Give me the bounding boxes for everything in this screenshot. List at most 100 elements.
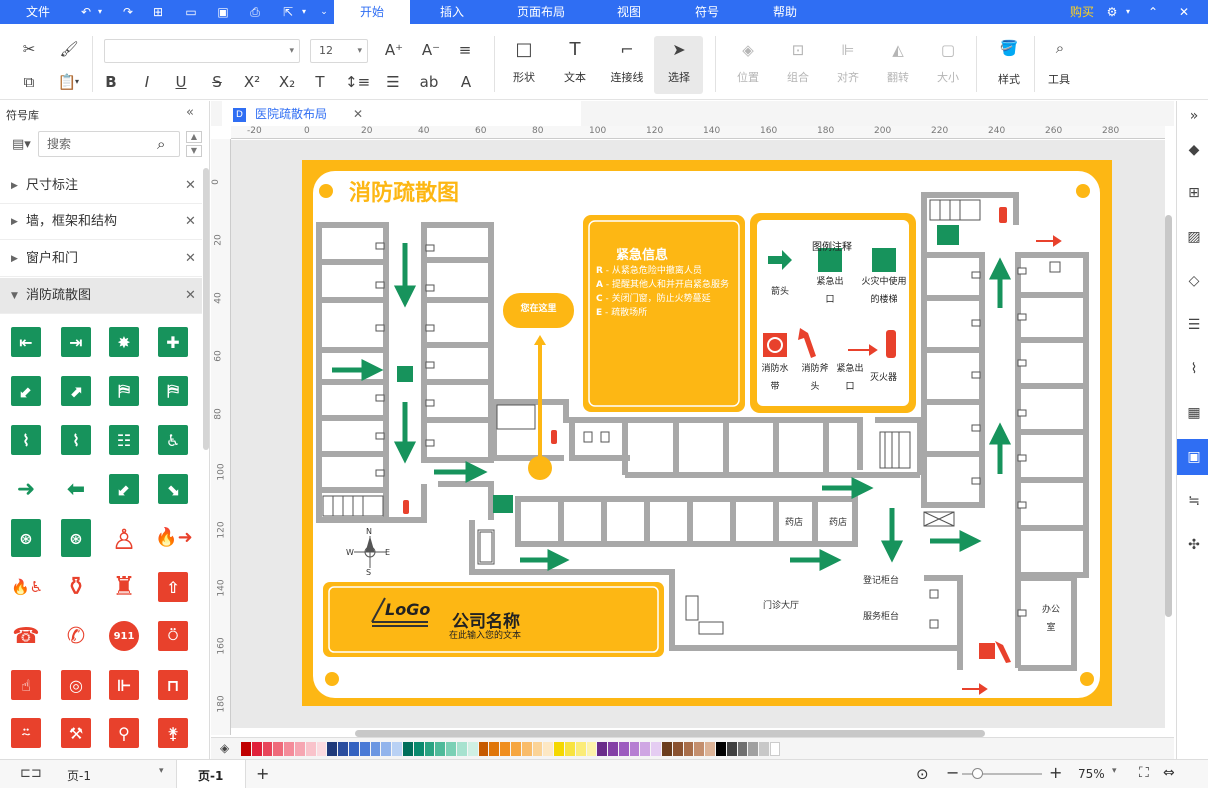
color-swatch[interactable] — [510, 742, 521, 756]
legend-hose-label: 消防水带 — [761, 364, 789, 392]
zoom-slider-handle[interactable] — [972, 768, 983, 779]
zoom-level[interactable]: 75% — [1078, 767, 1105, 781]
table-icon[interactable]: ▦ — [1185, 404, 1203, 422]
theme-grid-icon[interactable]: ⊞ — [1185, 184, 1203, 202]
color-swatch[interactable] — [564, 742, 575, 756]
color-swatch[interactable] — [770, 742, 780, 756]
legend-arrow-label: 箭头 — [771, 287, 790, 297]
emergency-item: A - 提醒其他人和并开启紧急服务 — [596, 280, 729, 290]
color-swatch[interactable] — [597, 742, 608, 756]
color-swatch[interactable] — [327, 742, 338, 756]
add-page-button[interactable]: + — [256, 764, 269, 783]
color-swatch[interactable] — [359, 742, 370, 756]
play-icon[interactable]: ⊙ — [916, 765, 929, 783]
color-swatch[interactable] — [446, 742, 456, 756]
page-tab[interactable]: 页-1 — [176, 760, 246, 788]
color-swatch[interactable] — [737, 742, 748, 756]
color-swatch[interactable] — [424, 742, 435, 756]
color-swatch[interactable] — [759, 742, 770, 756]
color-swatch[interactable] — [618, 742, 629, 756]
color-swatch[interactable] — [305, 742, 316, 756]
fit-page-icon[interactable]: ⛶ — [1139, 765, 1149, 781]
zoom-dropdown-icon[interactable]: ▾ — [1112, 766, 1117, 776]
color-swatch[interactable] — [478, 742, 489, 756]
room-service: 服务柜台 — [863, 612, 900, 622]
color-swatch[interactable] — [716, 742, 726, 756]
fill-style-icon[interactable]: ◆ — [1185, 141, 1203, 159]
color-swatch[interactable] — [705, 742, 716, 756]
color-swatch[interactable] — [348, 742, 359, 756]
compass-south: S — [366, 568, 372, 577]
shuffle-icon[interactable]: ✣ — [1185, 536, 1203, 554]
color-swatch[interactable] — [662, 742, 672, 756]
color-swatch[interactable] — [640, 742, 651, 756]
palette-swatches[interactable] — [241, 742, 781, 756]
color-swatch[interactable] — [489, 742, 500, 756]
color-swatch[interactable] — [273, 742, 284, 756]
canvas-horizontal-scrollbar[interactable] — [355, 730, 985, 737]
logo-text[interactable]: LoGo — [385, 600, 430, 619]
color-swatch[interactable] — [467, 742, 478, 756]
color-swatch[interactable] — [413, 742, 424, 756]
image-icon[interactable]: ▨ — [1185, 228, 1203, 246]
compass-east: E — [385, 548, 391, 557]
canvas-vertical-scrollbar[interactable] — [1165, 215, 1172, 617]
corner-dot — [325, 672, 339, 686]
color-swatch[interactable] — [726, 742, 737, 756]
color-swatch[interactable] — [672, 742, 683, 756]
corner-dot — [1080, 672, 1094, 686]
color-swatch[interactable] — [392, 742, 402, 756]
emergency-item: R - 从紧急危险中撤离人员 — [596, 266, 702, 276]
fit-width-icon[interactable]: ⇔ — [1163, 765, 1175, 781]
color-swatch[interactable] — [370, 742, 381, 756]
zoom-out-icon[interactable]: − — [946, 763, 959, 782]
color-swatch[interactable] — [651, 742, 662, 756]
format-icon[interactable]: ≒ — [1185, 492, 1203, 510]
color-swatch[interactable] — [381, 742, 392, 756]
page-select[interactable]: 页-1 — [67, 767, 91, 784]
page-properties-icon[interactable]: ☰ — [1185, 316, 1203, 334]
expand-panel-icon[interactable]: » — [1185, 107, 1203, 125]
you-are-here-label[interactable]: 您在这里 — [503, 301, 574, 314]
page-tab-label: 页-1 — [198, 769, 224, 783]
corner-dot — [319, 184, 333, 198]
color-swatch[interactable] — [294, 742, 305, 756]
color-swatch[interactable] — [694, 742, 705, 756]
color-swatch[interactable] — [575, 742, 586, 756]
color-swatch[interactable] — [284, 742, 294, 756]
color-swatch[interactable] — [241, 742, 251, 756]
color-swatch[interactable] — [316, 742, 327, 756]
color-swatch[interactable] — [500, 742, 510, 756]
layers-icon[interactable]: ◇ — [1185, 272, 1203, 290]
color-swatch[interactable] — [554, 742, 564, 756]
corner-dot — [1076, 184, 1090, 198]
company-subtitle[interactable]: 在此输入您的文本 — [449, 628, 521, 641]
map-title[interactable]: 消防疏散图 — [349, 175, 459, 207]
page-select-dropdown-icon[interactable]: ▾ — [159, 766, 164, 776]
color-swatch[interactable] — [251, 742, 262, 756]
color-swatch[interactable] — [532, 742, 543, 756]
color-swatch[interactable] — [748, 742, 759, 756]
color-swatch[interactable] — [543, 742, 554, 756]
legend-extinguisher-label: 灭火器 — [870, 373, 898, 383]
chart-icon[interactable]: ⌇ — [1185, 360, 1203, 378]
fill-color-icon[interactable]: ◈ — [220, 741, 229, 755]
color-swatch[interactable] — [262, 742, 273, 756]
floor-plan-icon[interactable]: ▣ — [1185, 448, 1203, 466]
color-swatch[interactable] — [435, 742, 446, 756]
emergency-item: E - 疏散场所 — [596, 308, 648, 318]
page-view-icon[interactable]: ⊏⊐ — [20, 766, 42, 781]
color-swatch[interactable] — [683, 742, 694, 756]
color-swatch[interactable] — [402, 742, 413, 756]
emergency-list[interactable]: R - 从紧急危险中撤离人员 A - 提醒其他人和并开启紧急服务 C - 关闭门… — [596, 264, 729, 320]
color-swatch[interactable] — [629, 742, 640, 756]
zoom-in-icon[interactable]: + — [1049, 763, 1062, 782]
emergency-title[interactable]: 紧急信息 — [616, 244, 668, 263]
color-swatch[interactable] — [521, 742, 532, 756]
color-swatch[interactable] — [608, 742, 618, 756]
color-swatch[interactable] — [456, 742, 467, 756]
legend-title[interactable]: 图例注释 — [812, 238, 852, 253]
color-swatch[interactable] — [586, 742, 597, 756]
color-swatch[interactable] — [338, 742, 348, 756]
right-side-panel: » ◆ ⊞ ▨ ◇ ☰ ⌇ ▦ ▣ ≒ ✣ — [1176, 101, 1208, 759]
